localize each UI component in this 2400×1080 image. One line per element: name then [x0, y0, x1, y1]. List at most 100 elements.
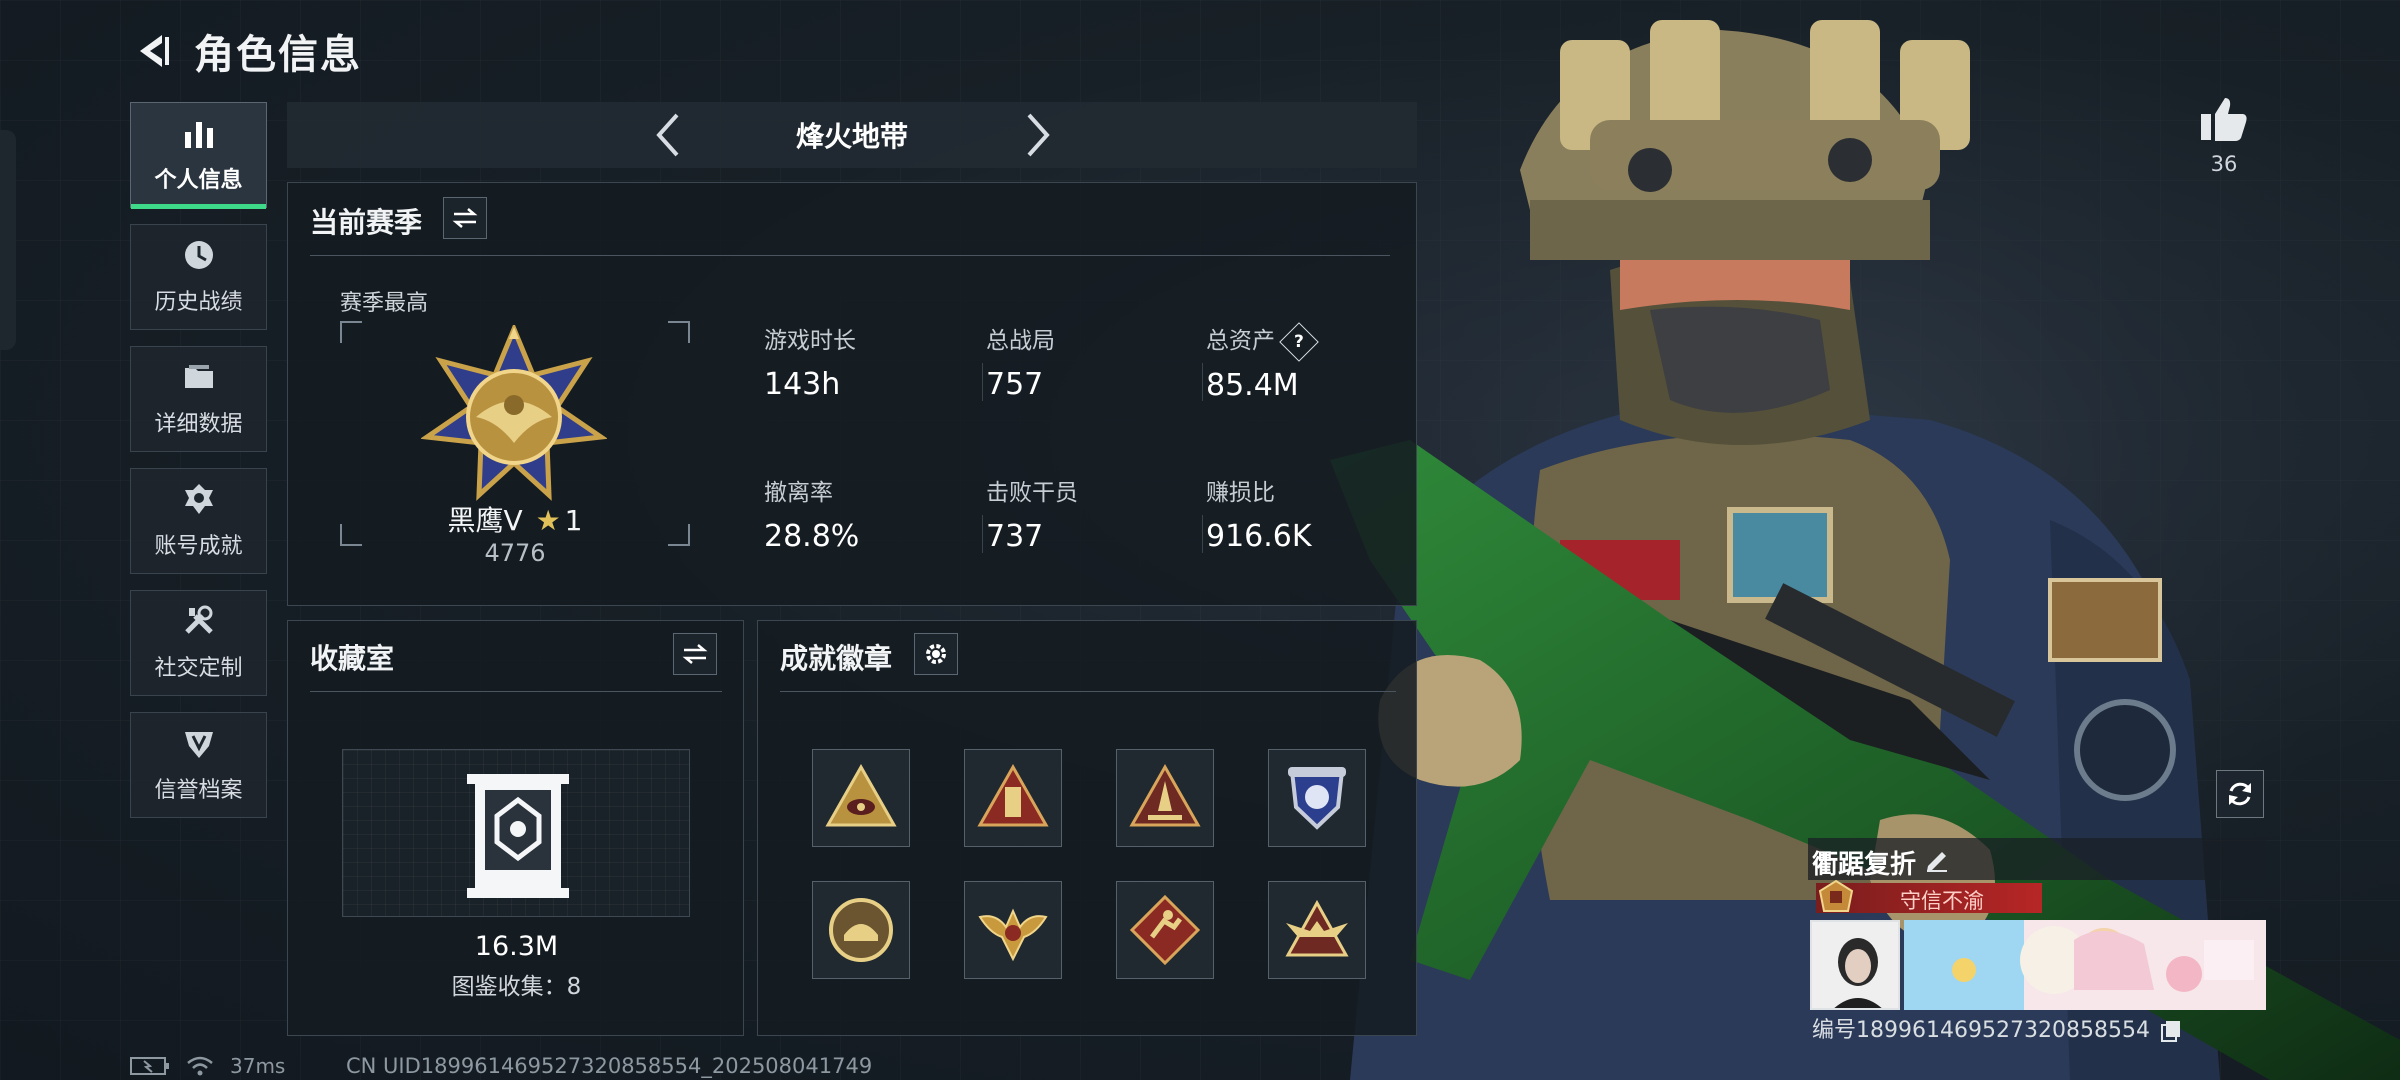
stat-value: 916.6K [1206, 519, 1312, 554]
achievement-badge[interactable] [964, 881, 1062, 979]
chevron-left-icon [656, 113, 679, 157]
divider [1202, 363, 1203, 401]
rank-points: 4776 [484, 539, 546, 567]
profile-banner[interactable] [1904, 920, 2266, 1010]
stat-play-time: 游戏时长 143h [764, 321, 964, 402]
achievement-badge[interactable] [1116, 749, 1214, 847]
collection-panel[interactable]: 收藏室 16.3M 图鉴收集：8 [287, 620, 744, 1036]
blue-shield-badge-icon [1288, 767, 1346, 830]
triangle-wings-badge-icon [1285, 899, 1349, 957]
edge-handle[interactable] [0, 130, 16, 350]
achievement-settings-button[interactable] [914, 633, 958, 675]
achievement-panel: 成就徽章 [757, 620, 1417, 1036]
achievement-badge[interactable] [1268, 749, 1366, 847]
battery-icon [130, 1057, 169, 1075]
stat-label: 撤离率 [764, 480, 833, 506]
player-title: 守信不渝 [1900, 889, 1984, 913]
sidebar-item-achievements[interactable]: 账号成就 [130, 468, 267, 574]
like-count: 36 [2210, 152, 2238, 176]
sidebar-item-detailed-data[interactable]: 详细数据 [130, 346, 267, 452]
status-bar: 37ms [130, 1054, 285, 1078]
stat-label: 游戏时长 [764, 328, 856, 354]
collection-value: 16.3M [474, 931, 559, 962]
back-button[interactable] [128, 27, 176, 75]
shield-badge-icon [184, 732, 213, 758]
sidebar-item-credit-record[interactable]: 信誉档案 [130, 712, 267, 818]
clock-icon [184, 241, 213, 269]
divider [780, 691, 1396, 692]
stat-label: 总战局 [986, 328, 1055, 354]
help-icon[interactable]: ? [1279, 321, 1319, 362]
player-id-row: 编号18996146952732085855​4 [1812, 1012, 2181, 1044]
stat-value: 85.4M [1206, 367, 1299, 403]
collection-preview[interactable] [342, 749, 690, 917]
stat-label-row: 总资产? [1206, 321, 1406, 362]
triangle-tower-badge-icon [977, 763, 1049, 827]
rank-name: 黑鹰V [447, 504, 523, 537]
divider [982, 363, 983, 401]
mode-title: 烽火地带 [795, 120, 908, 153]
medal-icon [184, 484, 213, 514]
folder-icon [184, 365, 213, 388]
season-switch-button[interactable] [443, 197, 487, 239]
divider [1202, 515, 1203, 553]
divider [982, 515, 983, 553]
refresh-button[interactable] [2216, 770, 2264, 818]
sidebar-item-personal-info[interactable]: 个人信息 [130, 102, 267, 209]
star-icon: ★ [535, 504, 561, 537]
collection-count: 图鉴收集：8 [451, 974, 582, 1000]
stat-label: 总资产 [1206, 328, 1275, 354]
achievement-badge[interactable] [964, 749, 1062, 847]
divider [310, 255, 1390, 256]
mode-next-button[interactable] [1017, 113, 1059, 157]
stat-label: 击败干员 [986, 480, 1078, 506]
rank-frame: 黑鹰V ★ 1 4776 [340, 321, 690, 567]
diamond-runner-badge-icon [1129, 894, 1201, 966]
edit-icon[interactable] [1924, 846, 1950, 872]
player-card: 衢踞复折 守信不渝 编号18996146952732085855​4 [1808, 838, 2266, 1048]
swap-icon [452, 208, 478, 228]
sidebar-item-label: 账号成就 [154, 534, 243, 559]
season-best-label: 赛季最高 [340, 291, 429, 316]
triangle-eye-badge-icon [825, 763, 897, 827]
sidebar-item-label: 社交定制 [154, 656, 243, 681]
rank-name-row: 黑鹰V ★ 1 [340, 499, 690, 539]
avatar[interactable] [1810, 920, 1900, 1010]
season-title: 当前赛季 [310, 206, 423, 239]
sidebar: 个人信息 历史战绩 详细数据 账号成就 社交定制 信誉档案 [130, 102, 267, 834]
stat-label: 赚损比 [1206, 480, 1275, 506]
rank-stars: 1 [564, 504, 583, 537]
chevron-right-icon [1027, 113, 1050, 157]
bar-chart-icon [184, 122, 213, 148]
banner-illustration [1904, 920, 2266, 1010]
gear-icon [926, 644, 946, 664]
stat-value: 737 [986, 519, 1044, 554]
player-name: 衢踞复折 [1812, 850, 1917, 880]
like-button[interactable]: 36 [2198, 96, 2250, 176]
stat-extraction-rate: 撤离率 28.8% [764, 473, 964, 554]
mode-selector: 烽火地带 [287, 102, 1417, 168]
collection-title: 收藏室 [310, 642, 395, 675]
achievement-badge[interactable] [812, 749, 910, 847]
sidebar-item-social-custom[interactable]: 社交定制 [130, 590, 267, 696]
sidebar-item-label: 信誉档案 [154, 778, 243, 803]
tools-icon [184, 605, 213, 634]
achievement-badge[interactable] [1268, 881, 1366, 979]
achievement-badge[interactable] [1116, 881, 1214, 979]
achievement-badge[interactable] [812, 881, 910, 979]
avatar-portrait [1812, 922, 1898, 1008]
display-case-icon [467, 774, 569, 898]
winged-crest-badge-icon [978, 908, 1048, 962]
stat-value: 757 [986, 367, 1044, 402]
sidebar-item-label: 历史战绩 [154, 290, 243, 315]
collection-switch-button[interactable] [673, 633, 717, 675]
stat-value: 28.8% [764, 519, 860, 554]
player-id: 编号18996146952732085855​4 [1812, 1018, 2150, 1043]
divider [310, 691, 722, 692]
round-helmet-badge-icon [829, 898, 893, 962]
sidebar-item-history[interactable]: 历史战绩 [130, 224, 267, 330]
mode-prev-button[interactable] [647, 113, 689, 157]
stat-total-matches: 总战局 757 [986, 321, 1186, 402]
copy-icon[interactable] [2160, 1020, 2181, 1042]
season-panel: 当前赛季 赛季最高 黑鹰V ★1 4776 游戏时长 143h 总战局 757 [287, 182, 1417, 606]
